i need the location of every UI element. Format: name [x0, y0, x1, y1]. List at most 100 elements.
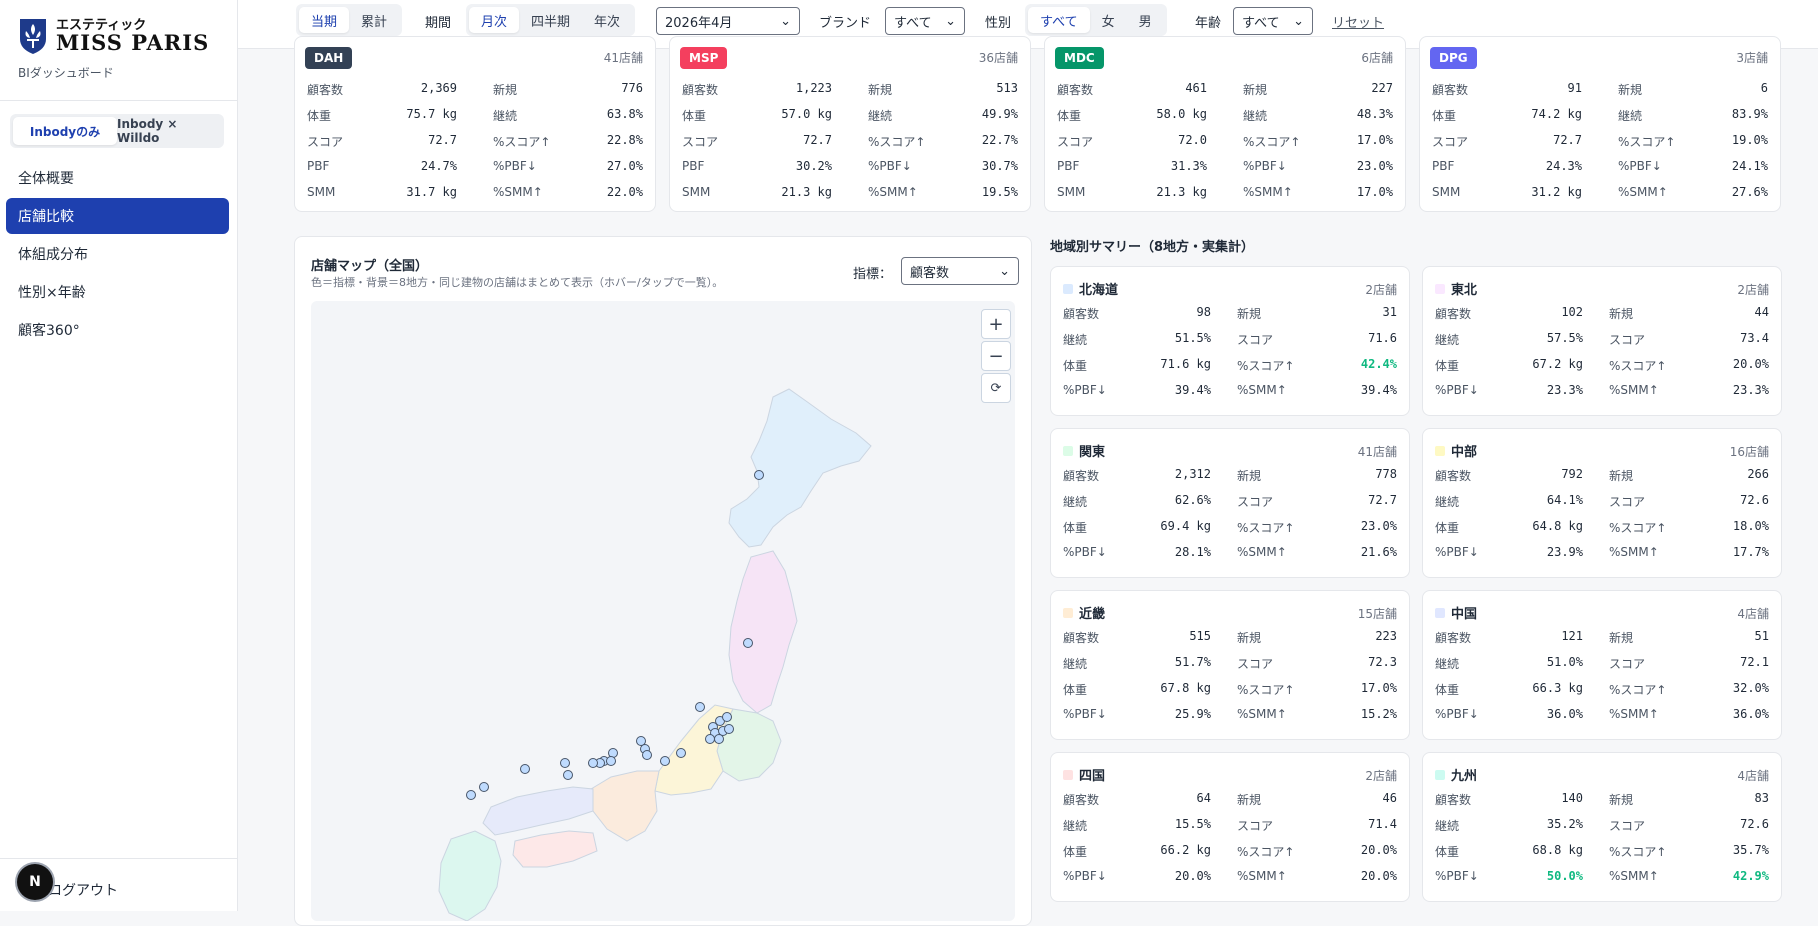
period-quarterly[interactable]: 四半期 [519, 7, 582, 33]
metric-value: 102 [1561, 305, 1583, 319]
map-subtitle: 色＝指標・背景＝8地方・同じ建物の店舗はまとめて表示（ホバー/タップで一覧）。 [311, 276, 724, 289]
toggle-inbody-willdo[interactable]: Inbody × Willdo [117, 117, 221, 145]
region-card[interactable]: 関東 41店舗 顧客数 2,312 新規 778 継続 62.6% スコア 72.7 体重 69.4 … [1050, 428, 1410, 578]
store-count: 2店舗 [1365, 283, 1397, 297]
metric-row: 顧客数 91 新規 6 [1432, 79, 1768, 99]
region-card[interactable]: 中部 16店舗 顧客数 792 新規 266 継続 64.1% スコア 72.6 体重 64.8 kg… [1422, 428, 1782, 578]
metric-row: %PBF↓ 39.4% %SMM↑ 39.4% [1063, 381, 1397, 401]
region-card[interactable]: 北海道 2店舗 顧客数 98 新規 31 継続 51.5% スコア 71.6 体重 71.6 kg %ス… [1050, 266, 1410, 416]
metric-row: PBF 24.7% %PBF↓ 27.0% [307, 157, 643, 177]
metric-value: 27.0% [606, 159, 643, 173]
metric-value: 121 [1561, 629, 1583, 643]
reset-view-button[interactable]: ⟳ [981, 373, 1011, 403]
metric-value: 83 [1754, 791, 1769, 805]
metric-label: 顧客数 [1063, 793, 1100, 807]
metric-label: %SMM↑ [1237, 707, 1287, 721]
metric-select[interactable]: 顧客数 ⌄ [901, 257, 1019, 285]
metric-row: 体重 57.0 kg 継続 49.9% [682, 105, 1018, 125]
month-select[interactable]: 2026年4月 ⌄ [656, 7, 800, 35]
metric-label: %SMM↑ [1609, 383, 1659, 397]
sidebar-nav: 全体概要 店舗比較 体組成分布 性別×年齢 顧客360° [6, 160, 229, 350]
region-card[interactable]: 中国 4店舗 顧客数 121 新規 51 継続 51.0% スコア 72.1 体重 66.3 kg %ス… [1422, 590, 1782, 740]
store-count: 41店舗 [1357, 445, 1397, 459]
metric-value: 36.0% [1732, 707, 1769, 721]
store-marker [479, 782, 489, 792]
scope-cumulative[interactable]: 累計 [349, 7, 399, 33]
metric-value: 776 [621, 81, 643, 95]
metric-label: %PBF↓ [1435, 383, 1479, 397]
gender-male[interactable]: 男 [1127, 7, 1164, 33]
metric-label: 体重 [1063, 845, 1088, 859]
metric-label: PBF [307, 159, 330, 173]
chevron-down-icon: ⌄ [1293, 13, 1304, 29]
period-yearly[interactable]: 年次 [582, 7, 632, 33]
metric-value: 72.7 [1368, 493, 1397, 507]
store-count: 3店舗 [1736, 51, 1768, 65]
metric-label: 顧客数 [1432, 83, 1469, 97]
store-count: 2店舗 [1365, 769, 1397, 783]
brand-select[interactable]: すべて ⌄ [885, 7, 965, 35]
metric-label: PBF [1057, 159, 1080, 173]
metric-label: スコア [307, 135, 344, 149]
region-card[interactable]: 九州 4店舗 顧客数 140 新規 83 継続 35.2% スコア 72.6 体重 68.8 kg %ス… [1422, 752, 1782, 902]
metric-value: 72.6 [1740, 493, 1769, 507]
age-select[interactable]: すべて ⌄ [1233, 7, 1313, 35]
user-avatar[interactable]: N [17, 864, 53, 900]
metric-value: 461 [1185, 81, 1207, 95]
japan-map[interactable]: + − ⟳ [311, 301, 1015, 921]
store-count: 2店舗 [1737, 283, 1769, 297]
metric-row: 継続 51.7% スコア 72.3 [1063, 653, 1397, 673]
region-card[interactable]: 四国 2店舗 顧客数 64 新規 46 継続 15.5% スコア 71.4 体重 66.2 kg %スコ… [1050, 752, 1410, 902]
metric-label: 継続 [1063, 657, 1088, 671]
metric-row: 体重 64.8 kg %スコア↑ 18.0% [1435, 517, 1769, 537]
reset-filters-link[interactable]: リセット [1332, 12, 1384, 31]
metric-label: 新規 [1618, 83, 1643, 97]
region-label: 北海道 [1079, 283, 1119, 298]
metric-value: 23.0% [1356, 159, 1393, 173]
brand-card[interactable]: MDC 6店舗 顧客数 461 新規 227 体重 58.0 kg 継続 48.3% スコア 72.0… [1044, 36, 1406, 212]
metric-label: スコア [1237, 495, 1274, 509]
nav-item-store-comparison[interactable]: 店舗比較 [6, 198, 229, 234]
nav-item-customer-360[interactable]: 顧客360° [6, 312, 229, 348]
metric-label: SMM [1432, 185, 1461, 199]
metric-value: 72.6 [1740, 817, 1769, 831]
brand-card[interactable]: DAH 41店舗 顧客数 2,369 新規 776 体重 75.7 kg 継続 63.8% スコア 7… [294, 36, 656, 212]
toggle-inbody-only[interactable]: Inbodyのみ [13, 117, 117, 145]
gender-female[interactable]: 女 [1090, 7, 1127, 33]
brand-tag: MSP [680, 47, 728, 69]
brand-card[interactable]: MSP 36店舗 顧客数 1,223 新規 513 体重 57.0 kg 継続 49.9% スコア 7… [669, 36, 1031, 212]
gender-all[interactable]: すべて [1028, 7, 1090, 33]
metric-value: 51.5% [1174, 331, 1211, 345]
nav-item-overview[interactable]: 全体概要 [6, 160, 229, 196]
metric-label: スコア [1237, 657, 1274, 671]
region-name: 北海道 [1063, 279, 1118, 298]
brand-card[interactable]: DPG 3店舗 顧客数 91 新規 6 体重 74.2 kg 継続 83.9% スコア 72.7 %スコ… [1419, 36, 1781, 212]
metric-row: 顧客数 121 新規 51 [1435, 627, 1769, 647]
metric-value: 74.2 kg [1531, 107, 1582, 121]
nav-item-body-composition[interactable]: 体組成分布 [6, 236, 229, 272]
metric-value: 227 [1371, 81, 1393, 95]
brand-logo[interactable]: エステティック MISS PARIS [18, 14, 209, 58]
metric-label: 体重 [1057, 109, 1082, 123]
metric-value: 72.7 [428, 133, 457, 147]
metric-label: 新規 [1237, 469, 1262, 483]
zoom-out-button[interactable]: − [981, 341, 1011, 371]
metric-row: スコア 72.7 %スコア↑ 22.7% [682, 131, 1018, 151]
nav-item-gender-age[interactable]: 性別×年齢 [6, 274, 229, 310]
brand-tag: DAH [305, 47, 353, 69]
brand-select-value: すべて [894, 15, 932, 31]
zoom-in-button[interactable]: + [981, 309, 1011, 339]
sidebar-bottom-divider [0, 858, 237, 859]
region-card[interactable]: 近畿 15店舗 顧客数 515 新規 223 継続 51.7% スコア 72.3 体重 67.8 kg… [1050, 590, 1410, 740]
metric-value: 20.0% [1360, 869, 1397, 883]
region-name: 四国 [1063, 765, 1105, 784]
metric-label: 新規 [1609, 631, 1634, 645]
metric-value: 72.3 [1368, 655, 1397, 669]
period-monthly[interactable]: 月次 [469, 7, 520, 33]
logout-link[interactable]: ログアウト [48, 880, 118, 900]
metric-label: %スコア↑ [1609, 845, 1667, 859]
scope-current[interactable]: 当期 [299, 7, 350, 33]
region-card[interactable]: 東北 2店舗 顧客数 102 新規 44 継続 57.5% スコア 73.4 体重 67.2 kg %ス… [1422, 266, 1782, 416]
metric-value: 27.6% [1731, 185, 1768, 199]
metric-value: 44 [1754, 305, 1769, 319]
